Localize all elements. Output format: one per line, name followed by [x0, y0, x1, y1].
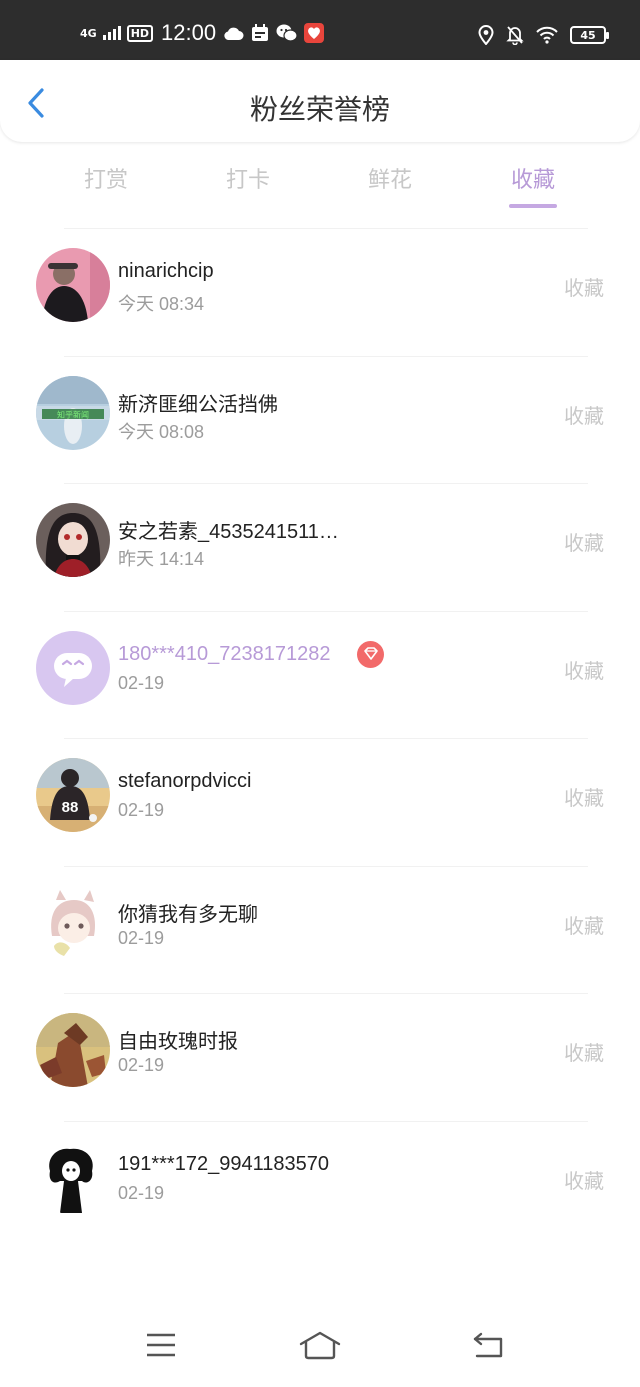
fan-name: 你猜我有多无聊 — [118, 903, 258, 926]
divider — [64, 228, 588, 229]
menu-icon — [145, 1332, 177, 1362]
divider — [64, 738, 588, 739]
avatar-caption: 知乎新闻 — [57, 409, 89, 419]
tab-checkin[interactable]: 打卡 — [198, 162, 298, 194]
divider — [64, 483, 588, 484]
home-button[interactable] — [295, 1330, 345, 1364]
fan-time: 今天 08:08 — [118, 421, 205, 442]
wifi-icon — [536, 26, 558, 44]
fan-row[interactable]: ninarichcip 今天 08:34 收藏 — [0, 228, 640, 356]
home-icon — [298, 1330, 342, 1364]
divider — [64, 610, 588, 612]
location-icon — [478, 25, 494, 45]
tab-reward[interactable]: 打赏 — [56, 162, 156, 194]
tab-flowers[interactable]: 鲜花 — [340, 162, 440, 194]
header: 粉丝荣誉榜 — [0, 60, 640, 142]
battery-icon: 45 — [570, 26, 609, 44]
fan-action: 收藏 — [564, 1041, 604, 1065]
fan-row[interactable]: 知乎新闻 新济匪细公活挡佛 今天 08:08 收藏 — [0, 355, 640, 484]
fan-time: 02-19 — [118, 800, 165, 820]
calendar-icon — [250, 23, 270, 43]
fan-action: 收藏 — [564, 658, 604, 683]
diamond-icon — [357, 640, 384, 668]
fan-action: 收藏 — [564, 786, 604, 810]
divider — [64, 1120, 588, 1122]
fan-row[interactable]: 180***410_7238171282 02-19 收藏 — [0, 610, 640, 739]
fan-row[interactable]: 88 stefanorpdvicci 02-19 收藏 — [0, 738, 640, 866]
avatar[interactable] — [36, 1013, 110, 1087]
fan-time: 02-19 — [118, 1055, 165, 1075]
fan-time: 02-19 — [118, 927, 165, 948]
fan-time: 02-19 — [118, 1182, 165, 1203]
fan-time: 今天 08:34 — [118, 294, 205, 314]
tab-favorites[interactable]: 收藏 — [483, 162, 583, 194]
fan-time: 昨天 14:14 — [118, 549, 205, 569]
return-button[interactable] — [463, 1330, 513, 1364]
fan-row[interactable]: 自由玫瑰时报 02-19 收藏 — [0, 993, 640, 1121]
avatar[interactable]: 88 — [36, 758, 110, 832]
divider — [64, 993, 588, 994]
mute-bell-icon — [506, 25, 524, 45]
fan-name: 安之若素_4535241511… — [118, 521, 339, 543]
fan-action: 收藏 — [564, 276, 604, 300]
menu-button[interactable] — [136, 1330, 186, 1364]
fan-time: 02-19 — [118, 672, 165, 693]
fan-row[interactable]: 191***172_9941183570 02-19 收藏 — [0, 1120, 640, 1249]
avatar[interactable]: 知乎新闻 — [36, 375, 110, 450]
signal-icon — [102, 26, 121, 40]
wechat-icon — [276, 23, 298, 43]
status-bar: 4G HD 12:00 45 — [0, 0, 640, 60]
fan-name: 180***410_7238171282 — [118, 642, 331, 665]
avatar[interactable] — [36, 1140, 110, 1215]
fan-action: 收藏 — [564, 1168, 604, 1193]
status-left: 4G HD 12:00 — [80, 18, 325, 48]
fan-row[interactable]: 你猜我有多无聊 02-19 收藏 — [0, 865, 640, 994]
active-tab-indicator — [509, 204, 557, 208]
hd-icon: HD — [126, 24, 154, 42]
fan-name: 自由玫瑰时报 — [118, 1031, 238, 1053]
fan-action: 收藏 — [564, 403, 604, 428]
page-title: 粉丝荣誉榜 — [249, 93, 390, 126]
status-right: 45 — [478, 20, 609, 50]
fan-name: ninarichcip — [118, 260, 214, 282]
fan-action: 收藏 — [564, 913, 604, 938]
fan-list: ninarichcip 今天 08:34 收藏 知乎新闻 新济匪细公活挡佛 今天… — [0, 228, 640, 1248]
avatar[interactable] — [36, 630, 110, 705]
fan-name: stefanorpdvicci — [118, 770, 252, 792]
divider — [64, 355, 588, 357]
system-nav-bar — [0, 1300, 640, 1387]
status-time: 12:00 — [161, 20, 217, 45]
return-icon — [471, 1331, 505, 1363]
network-type: 4G — [80, 26, 97, 40]
divider — [64, 865, 588, 867]
cloud-icon — [222, 25, 244, 41]
app-notification-icon — [304, 23, 325, 43]
jersey-number: 88 — [62, 799, 79, 816]
avatar[interactable] — [36, 248, 110, 322]
avatar[interactable] — [36, 885, 110, 960]
fan-row[interactable]: 安之若素_4535241511… 昨天 14:14 收藏 — [0, 483, 640, 611]
fan-action: 收藏 — [564, 531, 604, 555]
tab-bar: 打赏 打卡 鲜花 收藏 — [0, 150, 640, 220]
fan-name: 191***172_9941183570 — [118, 1152, 329, 1175]
fan-name: 新济匪细公活挡佛 — [118, 393, 278, 416]
avatar[interactable] — [36, 503, 110, 577]
